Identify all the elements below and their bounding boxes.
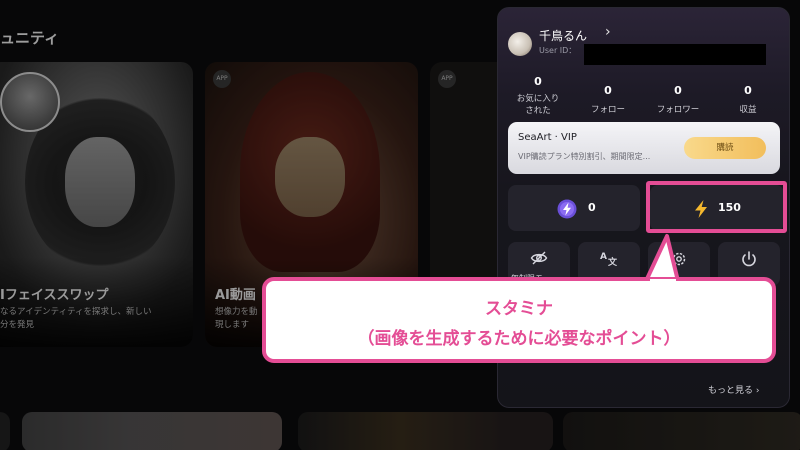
callout-title: スタミナ [485, 299, 553, 319]
stamina-callout: スタミナ （画像を生成するために必要なポイント） [262, 277, 776, 363]
callout-description: （画像を生成するために必要なポイント） [357, 329, 681, 349]
screen: ュニティ Iフェイススワップ なるアイデンティティを探求し、新しい 分を発見 A… [0, 0, 800, 450]
callout-pointer [644, 234, 680, 282]
